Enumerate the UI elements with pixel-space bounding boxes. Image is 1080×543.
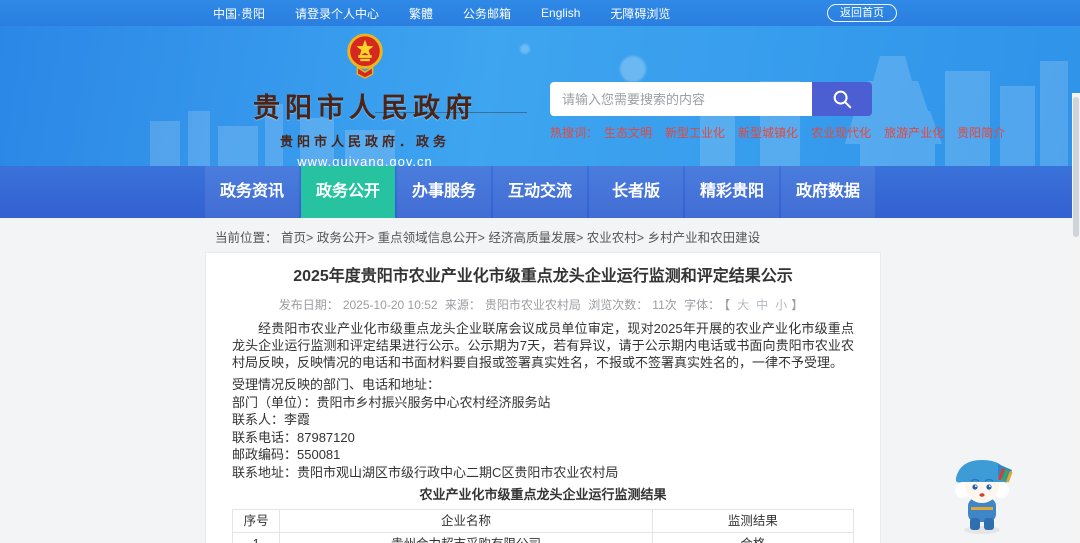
site-name: 贵阳市人民政府	[253, 93, 477, 123]
cell-serial: 1	[231, 532, 281, 543]
breadcrumb-item[interactable]: 农业农村	[587, 231, 637, 245]
font-size-medium-button[interactable]: 中	[756, 298, 768, 312]
font-bracket-open: 【	[724, 298, 731, 312]
nav-tab-services[interactable]: 办事服务	[397, 166, 491, 218]
site-tagline: 贵阳市人民政府．政务	[279, 134, 450, 149]
hot-search-label: 热搜词：	[550, 126, 599, 140]
article-title: 2025年度贵阳市农业产业化市级重点龙头企业运行监测和评定结果公示	[293, 268, 793, 285]
views-label: 浏览次数：	[588, 298, 649, 312]
breadcrumb-separator: >	[636, 231, 645, 245]
national-emblem-icon	[347, 33, 383, 79]
article-body: 经贵阳市农业产业化市级重点龙头企业联席会议成员单位审定，现对2025年开展的农业…	[231, 320, 855, 543]
site-logo[interactable]: 贵阳市人民政府 贵阳市人民政府．政务 www.guiyang.gov.cn	[205, 32, 525, 166]
nav-tab-disclosure[interactable]: 政务公开	[301, 166, 395, 218]
breadcrumb-item[interactable]: 经济高质量发展	[488, 231, 576, 245]
scrollbar-track[interactable]	[1072, 93, 1080, 543]
contact-line-department: 部门（单位）：贵阳市乡村振兴服务中心农村经济服务站	[232, 394, 551, 410]
page: 中国·贵阳 请登录个人中心 繁體 公务邮箱 English 无障碍浏览 返回首页	[0, 0, 1080, 543]
article-meta: 发布日期： 2025-10-20 10:52 来源： 贵阳市农业农村局 浏览次数： 1…	[232, 296, 854, 313]
monitoring-results-table: 序号 企业名称 监测结果 1 贵州合力超市采购有限公司 合格 2 贵州友禾种业有…	[231, 509, 855, 543]
nav-tab-gov-data[interactable]: 政府数据	[781, 166, 875, 218]
back-to-home-button[interactable]: 返回首页	[827, 4, 897, 22]
breadcrumb-label: 当前位置：	[215, 231, 278, 245]
font-size-small-button[interactable]: 小	[775, 298, 787, 312]
font-bracket-close: 】	[791, 298, 804, 312]
topbar-link-login[interactable]: 请登录个人中心	[295, 5, 379, 22]
hot-search-link[interactable]: 旅游产业化	[884, 124, 944, 141]
hot-search-link[interactable]: 新型城镇化	[738, 124, 798, 141]
nav-tab-news[interactable]: 政务资讯	[205, 166, 299, 218]
site-banner: 贵阳市人民政府 贵阳市人民政府．政务 www.guiyang.gov.cn 热搜…	[0, 26, 1080, 166]
source-value: 贵阳市农业农村局	[484, 298, 581, 312]
contact-line-postcode: 邮政编码：550081	[232, 447, 341, 462]
breadcrumb: 当前位置： 首页> 政务公开> 重点领域信息公开> 经济高质量发展> 农业农村>…	[215, 227, 760, 246]
views-value: 11次	[652, 298, 677, 312]
font-size-large-button[interactable]: 大	[737, 298, 749, 312]
contact-line-phone: 联系电话：87987120	[232, 429, 355, 445]
contact-line: 受理情况反映的部门、电话和地址：	[232, 377, 441, 392]
breadcrumb-item[interactable]: 重点领域信息公开	[378, 231, 478, 245]
topbar-link-traditional-chinese[interactable]: 繁體	[409, 5, 433, 22]
table-row: 1 贵州合力超市采购有限公司 合格	[231, 532, 855, 543]
font-size-label: 字体：	[684, 298, 721, 312]
breadcrumb-item[interactable]: 政务公开	[317, 231, 367, 245]
contact-line-address: 联系地址：贵阳市观山湖区市级行政中心二期C区贵阳市农业农村局	[232, 464, 619, 480]
table-header-row: 序号 企业名称 监测结果	[231, 509, 855, 533]
contact-line-person: 联系人：李霞	[232, 412, 311, 427]
breadcrumb-separator: >	[306, 231, 314, 245]
hot-search-link[interactable]: 贵阳简介	[957, 124, 1005, 141]
article-card: 2025年度贵阳市农业产业化市级重点龙头企业运行监测和评定结果公示 发布日期： 2…	[205, 252, 881, 543]
publish-date-label: 发布日期：	[278, 298, 339, 312]
hot-search-row: 热搜词： 生态文明 新型工业化 新型城镇化 农业现代化 旅游产业化 贵阳简介	[550, 124, 1005, 141]
source-label: 来源：	[444, 298, 481, 312]
city-skyline-art	[150, 56, 1068, 166]
topbar-link-china-guiyang[interactable]: 中国·贵阳	[213, 5, 265, 22]
breadcrumb-separator: >	[366, 231, 375, 245]
topbar-link-english[interactable]: English	[541, 6, 580, 20]
logo-divider-line	[375, 112, 527, 113]
cell-result: 合格	[651, 532, 855, 543]
breadcrumb-item-home[interactable]: 首页	[281, 231, 306, 245]
topbar-link-official-mail[interactable]: 公务邮箱	[463, 5, 511, 22]
hot-search-link[interactable]: 农业现代化	[811, 124, 871, 141]
hot-search-link[interactable]: 生态文明	[604, 124, 652, 141]
search-input[interactable]	[550, 82, 812, 116]
cell-company: 贵州合力超市采购有限公司	[279, 532, 653, 543]
header-serial-number: 序号	[231, 509, 281, 533]
publish-date-value: 2025-10-20 10:52	[342, 298, 438, 312]
search-area: 热搜词： 生态文明 新型工业化 新型城镇化 农业现代化 旅游产业化 贵阳简介	[550, 82, 1005, 141]
scrollbar-thumb[interactable]	[1073, 97, 1079, 237]
topbar-links: 中国·贵阳 请登录个人中心 繁體 公务邮箱 English 无障碍浏览	[213, 5, 700, 22]
table-caption: 农业产业化市级重点龙头企业运行监测结果	[419, 487, 667, 502]
nav-tab-elderly-version[interactable]: 长者版	[589, 166, 683, 218]
nav-tab-highlights[interactable]: 精彩贵阳	[685, 166, 779, 218]
article-paragraph: 经贵阳市农业产业化市级重点龙头企业联席会议成员单位审定，现对2025年开展的农业…	[232, 321, 854, 370]
topbar-link-accessibility[interactable]: 无障碍浏览	[610, 5, 670, 22]
header-monitor-result: 监测结果	[651, 509, 855, 533]
site-url: www.guiyang.gov.cn	[297, 154, 433, 166]
top-utility-bar: 中国·贵阳 请登录个人中心 繁體 公务邮箱 English 无障碍浏览 返回首页	[0, 0, 1080, 26]
search-button[interactable]	[812, 82, 872, 116]
header-company-name: 企业名称	[279, 509, 653, 533]
main-nav: 政务资讯 政务公开 办事服务 互动交流 长者版 精彩贵阳 政府数据	[0, 166, 1080, 218]
bokeh-dot	[620, 56, 646, 82]
hot-search-link[interactable]: 新型工业化	[665, 124, 725, 141]
breadcrumb-separator: >	[477, 231, 485, 245]
nav-tab-interaction[interactable]: 互动交流	[493, 166, 587, 218]
mascot-assistant[interactable]	[948, 452, 1016, 536]
breadcrumb-item-current[interactable]: 乡村产业和农田建设	[648, 231, 761, 245]
breadcrumb-separator: >	[575, 231, 584, 245]
search-icon	[833, 90, 852, 109]
